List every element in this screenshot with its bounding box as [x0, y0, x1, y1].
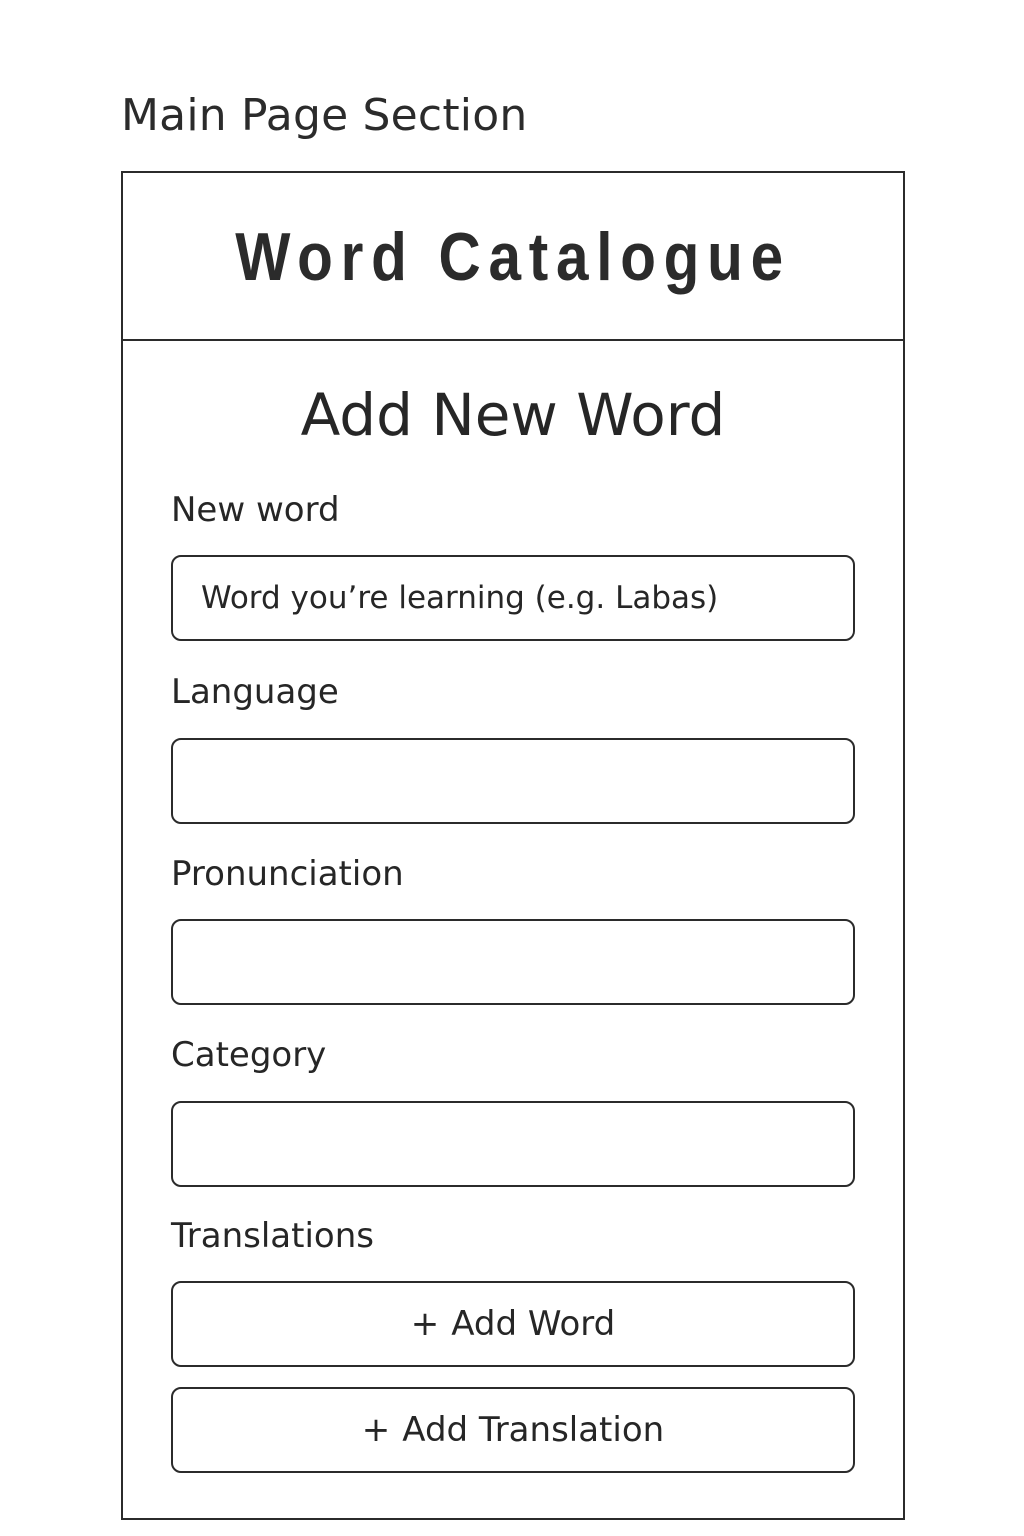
form-title: Add New Word: [300, 381, 726, 449]
plus-icon: +: [361, 1410, 391, 1450]
language-input[interactable]: [173, 740, 853, 822]
category-label: Category: [171, 1035, 327, 1075]
category-field-box: [171, 1101, 855, 1187]
language-label: Language: [171, 672, 339, 712]
section-caption: Main Page Section: [121, 90, 528, 141]
add-word-button[interactable]: + Add Word: [171, 1281, 855, 1367]
language-field-box: [171, 738, 855, 824]
pronunciation-input[interactable]: [173, 921, 853, 1003]
translations-label: Translations: [171, 1216, 374, 1256]
add-word-button-label: Add Word: [451, 1304, 616, 1344]
pronunciation-label: Pronunciation: [171, 854, 404, 894]
new-word-field-box: [171, 555, 855, 641]
new-word-input[interactable]: [173, 557, 853, 639]
add-translation-button[interactable]: + Add Translation: [171, 1387, 855, 1473]
plus-icon: +: [410, 1304, 440, 1344]
main-page-frame: Word Catalogue Add New Word New word Lan…: [121, 171, 905, 1520]
app-title: Word Catalogue: [235, 219, 791, 295]
new-word-label: New word: [171, 490, 340, 530]
pronunciation-field-box: [171, 919, 855, 1005]
category-input[interactable]: [173, 1103, 853, 1185]
add-translation-button-label: Add Translation: [402, 1410, 665, 1450]
app-header: Word Catalogue: [123, 173, 903, 341]
